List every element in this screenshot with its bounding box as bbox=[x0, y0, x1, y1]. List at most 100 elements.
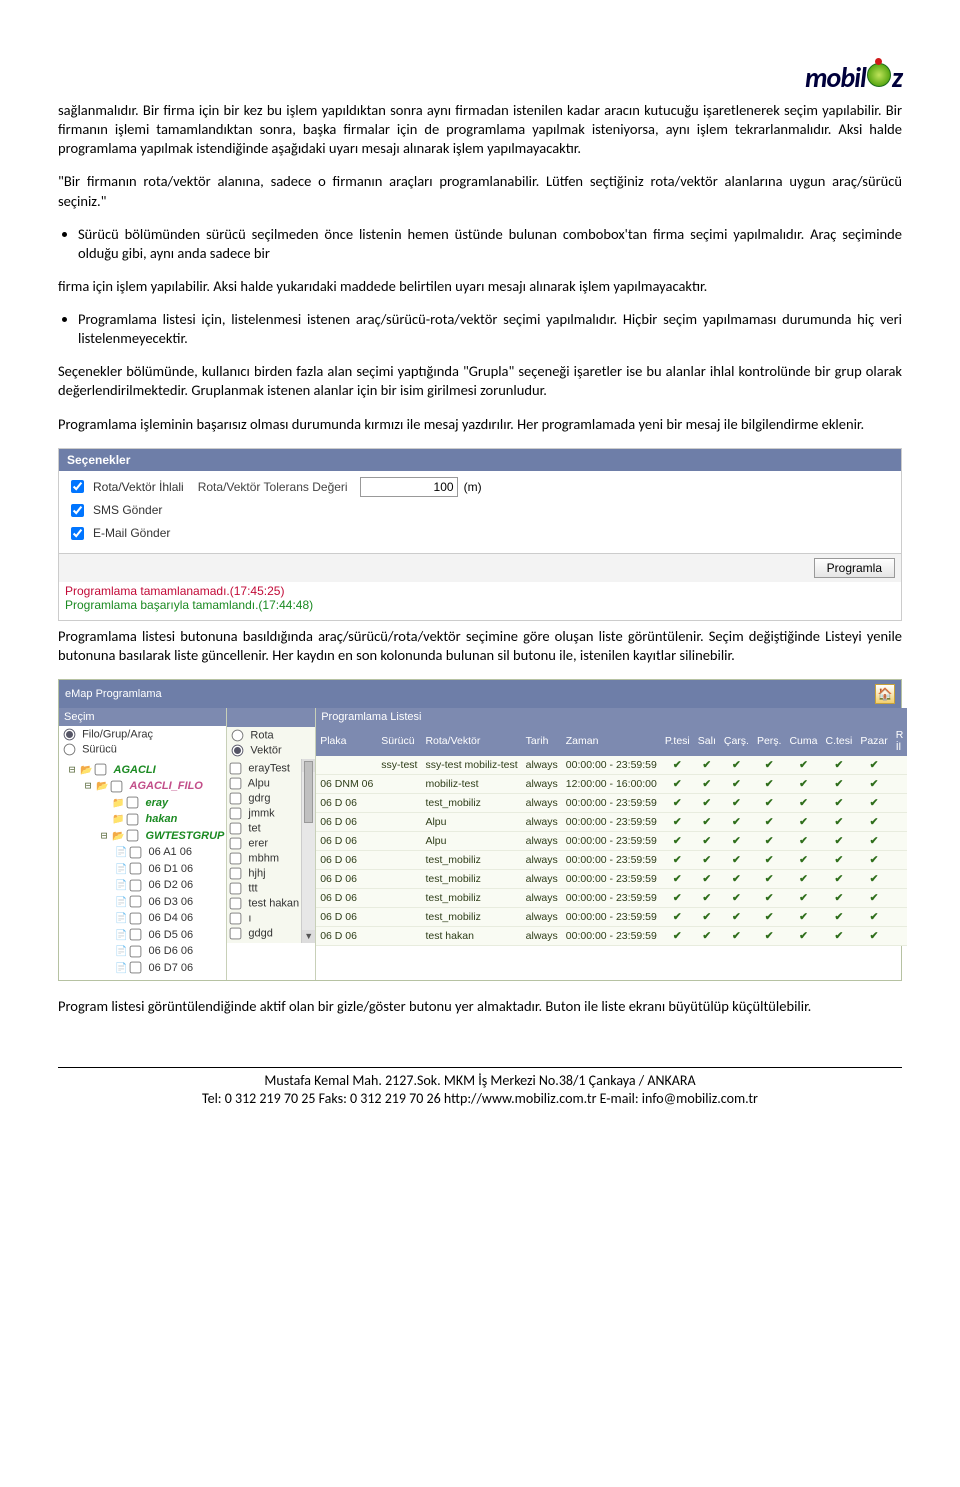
tree-file[interactable]: 06 D5 06 bbox=[115, 927, 224, 944]
check-icon bbox=[835, 759, 844, 771]
secenekler-title: Seçenekler bbox=[59, 449, 901, 471]
secenekler-panel: Seçenekler Rota/Vektör İhlali Rota/Vektö… bbox=[58, 448, 902, 621]
check-icon bbox=[673, 854, 682, 866]
check-icon bbox=[870, 797, 879, 809]
list-item[interactable]: test hakan bbox=[227, 896, 301, 911]
check-icon bbox=[835, 854, 844, 866]
programla-button[interactable]: Programla bbox=[814, 558, 895, 578]
column-header: R İl bbox=[892, 726, 908, 756]
check-icon bbox=[835, 892, 844, 904]
paragraph-4: Programlama listesi butonuna basıldığınd… bbox=[58, 627, 902, 665]
table-row[interactable]: 06 D 06test hakanalways00:00:00 - 23:59:… bbox=[316, 926, 907, 945]
bullet-list-2: Programlama listesi için, listelenmesi i… bbox=[58, 310, 902, 348]
check-icon bbox=[765, 835, 774, 847]
tree-file[interactable]: 06 D4 06 bbox=[115, 910, 224, 927]
check-icon bbox=[870, 759, 879, 771]
scrollbar[interactable]: ▲ ▼ bbox=[301, 759, 315, 943]
radio-rota[interactable]: Rota bbox=[231, 729, 311, 742]
table-row[interactable]: 06 D 06test_mobilizalways00:00:00 - 23:5… bbox=[316, 907, 907, 926]
footer: Mustafa Kemal Mah. 2127.Sok. MKM İş Merk… bbox=[58, 1072, 902, 1110]
check-icon bbox=[702, 930, 711, 942]
list-item[interactable]: ttt bbox=[227, 881, 301, 896]
table-row[interactable]: 06 D 06test_mobilizalways00:00:00 - 23:5… bbox=[316, 869, 907, 888]
check-icon bbox=[799, 930, 808, 942]
rota-ihlali-checkbox[interactable] bbox=[71, 480, 84, 493]
prog-list-header: Programlama Listesi bbox=[316, 708, 907, 726]
tree-file[interactable]: 06 D1 06 bbox=[115, 861, 224, 878]
check-icon bbox=[765, 873, 774, 885]
list-item[interactable]: hjhj bbox=[227, 866, 301, 881]
vektor-list[interactable]: erayTest Alpu gdrg jmmk tet erer mbhm hj… bbox=[227, 759, 301, 943]
check-icon bbox=[702, 778, 711, 790]
tolerans-label: Rota/Vektör Tolerans Değeri bbox=[198, 480, 348, 494]
check-icon bbox=[835, 873, 844, 885]
bullet-1-cont: firma için işlem yapılabilir. Aksi halde… bbox=[58, 277, 902, 296]
tree-node[interactable]: ⊟ AGACLI bbox=[67, 762, 224, 779]
check-icon bbox=[673, 759, 682, 771]
radio-vektor[interactable]: Vektör bbox=[231, 744, 311, 757]
check-icon bbox=[870, 778, 879, 790]
list-item[interactable]: tet bbox=[227, 821, 301, 836]
tree-node[interactable]: eray bbox=[99, 795, 224, 812]
logo-text-1: mobil bbox=[805, 60, 866, 95]
list-item[interactable]: erer bbox=[227, 836, 301, 851]
bullet-2: Programlama listesi için, listelenmesi i… bbox=[78, 310, 902, 348]
check-icon bbox=[702, 797, 711, 809]
email-checkbox[interactable] bbox=[71, 527, 84, 540]
check-icon bbox=[799, 911, 808, 923]
table-row[interactable]: 06 DNM 06mobiliz-testalways12:00:00 - 16… bbox=[316, 774, 907, 793]
list-item[interactable]: gdrg bbox=[227, 791, 301, 806]
check-icon bbox=[732, 797, 741, 809]
bullet-list: Sürücü bölümünden sürücü seçilmeden önce… bbox=[58, 225, 902, 263]
tree-view[interactable]: ⊟ AGACLI⊟ AGACLI_FILO eray hakan⊟ GWTEST… bbox=[59, 758, 226, 981]
tree-node[interactable]: hakan bbox=[99, 811, 224, 828]
list-item[interactable]: mbhm bbox=[227, 851, 301, 866]
tree-node[interactable]: ⊟ GWTESTGRUP bbox=[99, 828, 224, 845]
table-row[interactable]: 06 D 06Alpualways00:00:00 - 23:59:59 bbox=[316, 812, 907, 831]
check-icon bbox=[765, 778, 774, 790]
tree-file[interactable]: 06 D2 06 bbox=[115, 877, 224, 894]
list-item[interactable]: erayTest bbox=[227, 761, 301, 776]
radio-surucu[interactable]: Sürücü bbox=[63, 743, 222, 756]
check-icon bbox=[702, 816, 711, 828]
table-row[interactable]: 06 D 06test_mobilizalways00:00:00 - 23:5… bbox=[316, 850, 907, 869]
table-row[interactable]: ssy-testssy-test mobiliz-testalways00:00… bbox=[316, 756, 907, 775]
brand-logo: mobil z bbox=[805, 60, 902, 95]
list-item[interactable]: ı bbox=[227, 911, 301, 926]
check-icon bbox=[835, 930, 844, 942]
check-icon bbox=[702, 892, 711, 904]
list-item[interactable]: Alpu bbox=[227, 776, 301, 791]
list-item[interactable]: jmmk bbox=[227, 806, 301, 821]
check-icon bbox=[799, 835, 808, 847]
check-icon bbox=[835, 835, 844, 847]
check-icon bbox=[702, 835, 711, 847]
tolerans-input[interactable] bbox=[360, 477, 458, 497]
check-icon bbox=[799, 816, 808, 828]
table-row[interactable]: 06 D 06Alpualways00:00:00 - 23:59:59 bbox=[316, 831, 907, 850]
bullet-1: Sürücü bölümünden sürücü seçilmeden önce… bbox=[78, 225, 902, 263]
scroll-thumb[interactable] bbox=[304, 761, 313, 823]
sms-checkbox[interactable] bbox=[71, 504, 84, 517]
check-icon bbox=[799, 873, 808, 885]
tree-file[interactable]: 06 D7 06 bbox=[115, 960, 224, 977]
column-header: P.tesi bbox=[661, 726, 694, 756]
scroll-down-icon[interactable]: ▼ bbox=[302, 930, 315, 943]
list-item[interactable]: gdgd bbox=[227, 926, 301, 941]
home-icon[interactable]: 🏠 bbox=[875, 684, 895, 704]
tree-node[interactable]: ⊟ AGACLI_FILO bbox=[83, 778, 224, 795]
check-icon bbox=[799, 854, 808, 866]
tree-file[interactable]: 06 D3 06 bbox=[115, 894, 224, 911]
check-icon bbox=[702, 854, 711, 866]
footer-rule bbox=[58, 1067, 902, 1068]
paragraph-5: Program listesi görüntülendiğinde aktif … bbox=[58, 997, 902, 1016]
logo-i-icon bbox=[867, 63, 891, 87]
table-row[interactable]: 06 D 06test_mobilizalways00:00:00 - 23:5… bbox=[316, 793, 907, 812]
radio-filo[interactable]: Filo/Grup/Araç bbox=[63, 728, 222, 741]
check-icon bbox=[835, 797, 844, 809]
table-row[interactable]: 06 D 06test_mobilizalways00:00:00 - 23:5… bbox=[316, 888, 907, 907]
check-icon bbox=[673, 816, 682, 828]
check-icon bbox=[732, 759, 741, 771]
tree-file[interactable]: 06 D6 06 bbox=[115, 943, 224, 960]
email-label: E-Mail Gönder bbox=[93, 526, 170, 540]
tree-file[interactable]: 06 A1 06 bbox=[115, 844, 224, 861]
